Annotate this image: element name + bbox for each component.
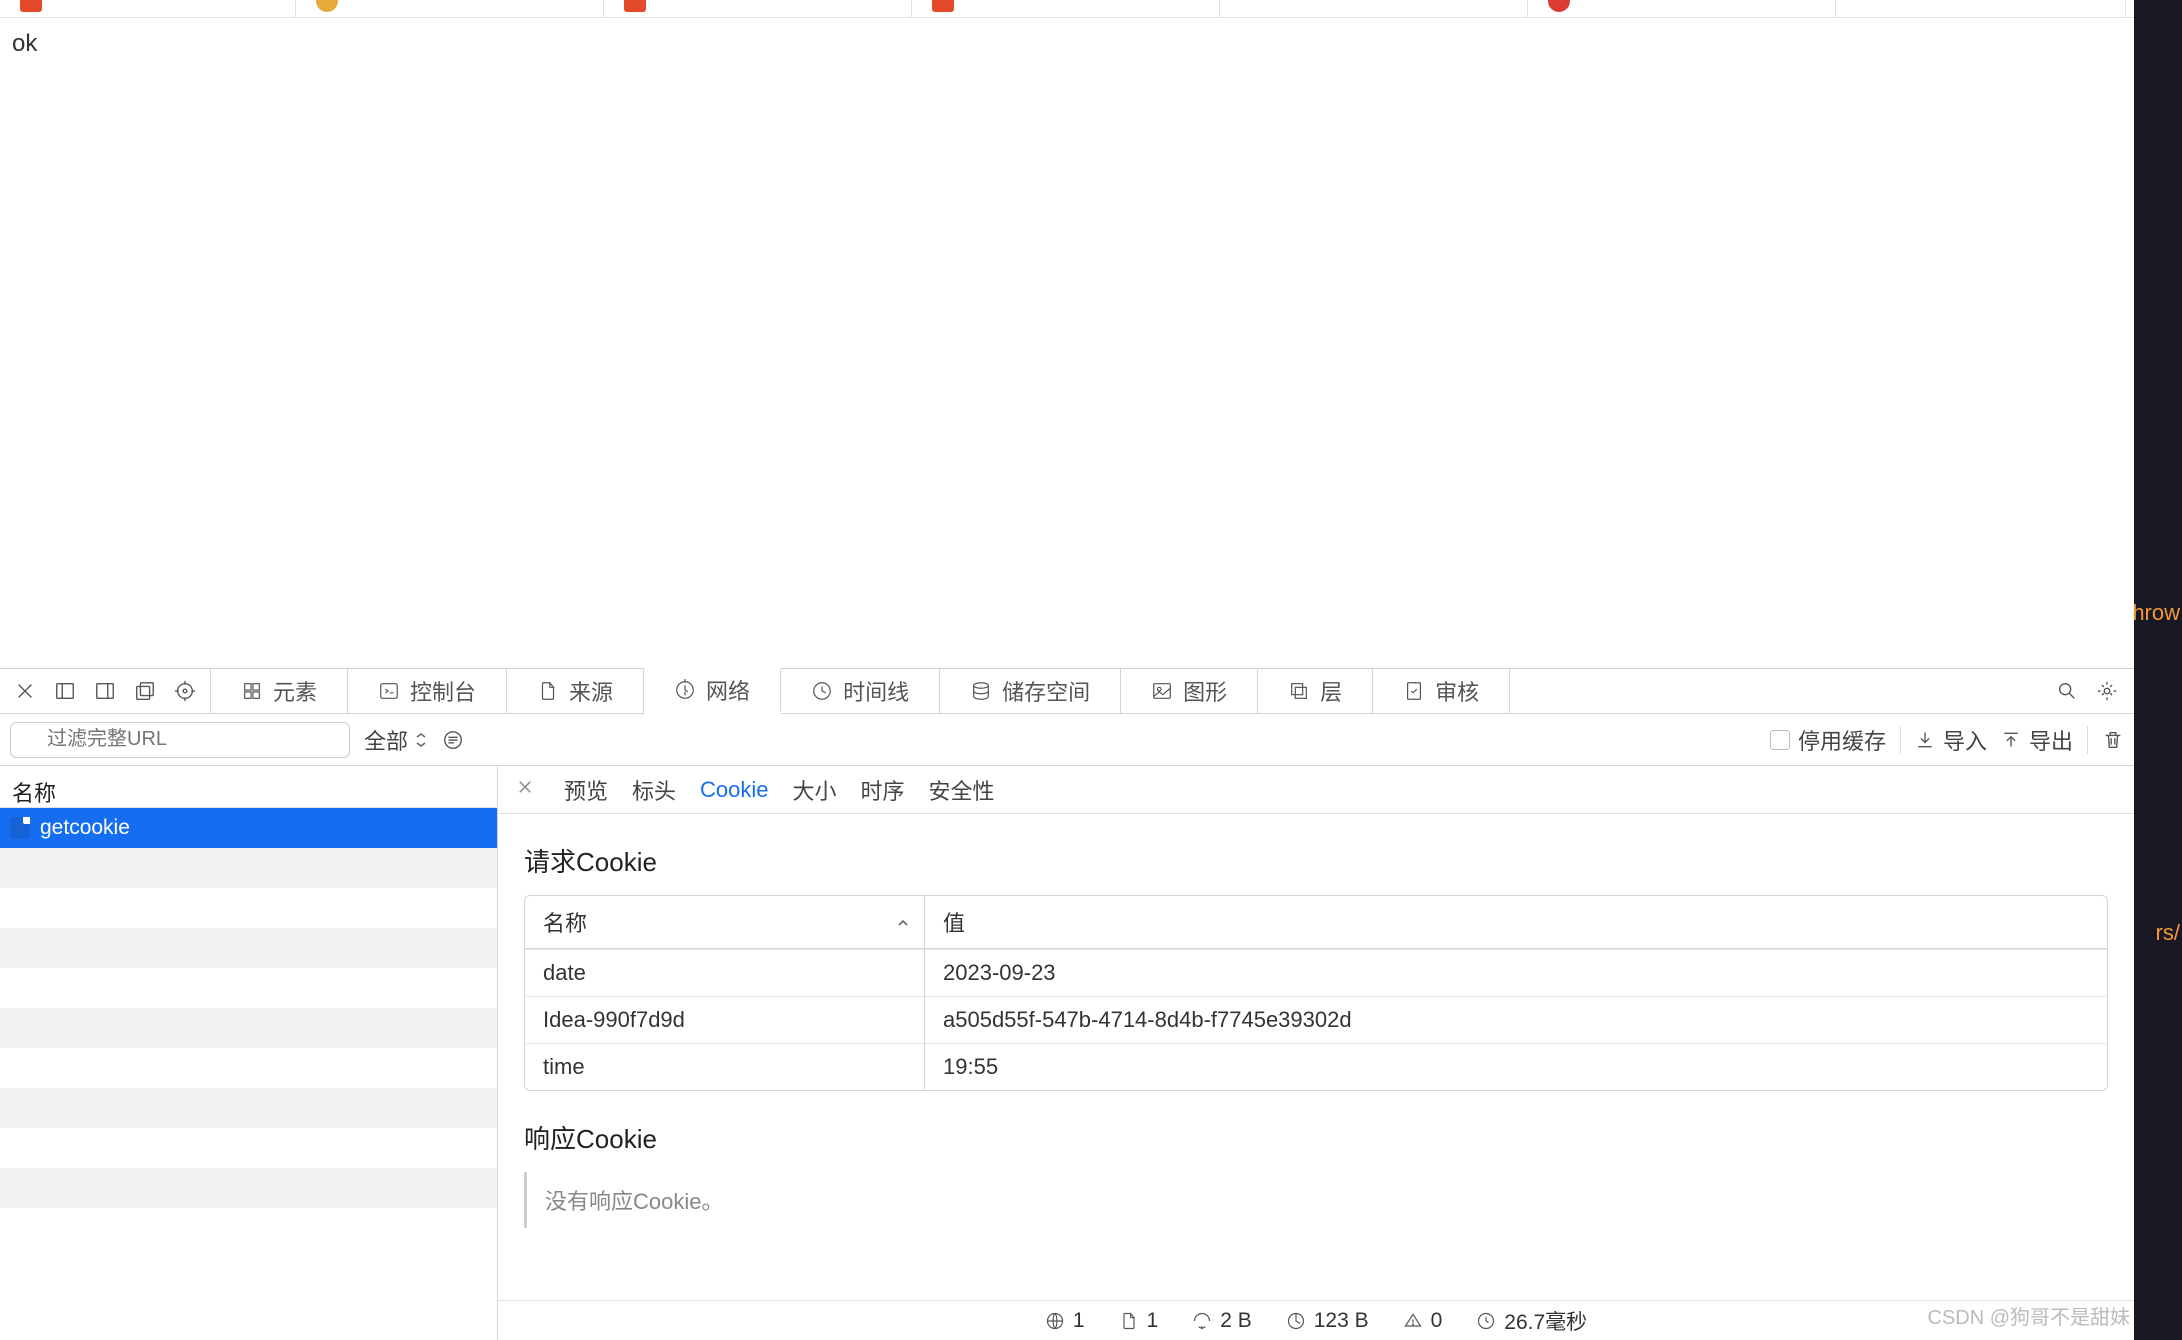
browser-tab[interactable] xyxy=(296,0,604,17)
status-domains: 1 xyxy=(1119,1309,1159,1333)
filter-type-dropdown[interactable]: 全部 xyxy=(364,724,428,756)
cookie-col-value[interactable]: 值 xyxy=(925,896,2107,949)
favicon xyxy=(20,0,42,12)
request-row-empty xyxy=(0,848,497,888)
tab-timelines[interactable]: 时间线 xyxy=(781,669,940,713)
browser-tab[interactable] xyxy=(604,0,912,17)
cookie-row[interactable]: Idea-990f7d9da505d55f-547b-4714-8d4b-f77… xyxy=(525,996,2107,1043)
sort-asc-icon xyxy=(896,910,910,936)
status-requests: 1 xyxy=(1045,1309,1085,1333)
trash-icon[interactable] xyxy=(2102,729,2124,751)
request-cookie-title: 请求Cookie xyxy=(524,842,2108,879)
detail-tab-cookies[interactable]: Cookie xyxy=(700,777,768,803)
request-list-header[interactable]: 名称 xyxy=(0,766,497,808)
request-row-empty xyxy=(0,1008,497,1048)
file-icon xyxy=(10,817,30,839)
tab-console[interactable]: 控制台 xyxy=(348,669,507,713)
page-response-text: ok xyxy=(12,30,37,57)
settings-icon[interactable] xyxy=(2096,680,2118,702)
status-resources: 123 B xyxy=(1286,1309,1369,1333)
tab-graphics[interactable]: 图形 xyxy=(1121,669,1258,713)
disable-cache-toggle[interactable]: 停用缓存 xyxy=(1770,724,1886,756)
tab-audit[interactable]: 审核 xyxy=(1373,669,1510,713)
network-status-bar: 1 1 2 B 123 B 0 26.7毫秒 xyxy=(498,1300,2134,1340)
response-cookie-empty: 没有响应Cookie。 xyxy=(524,1172,2108,1228)
tab-network[interactable]: 网络 xyxy=(644,669,781,713)
editor-side-strip: hrow rs/ xyxy=(2134,0,2182,1340)
editor-text-fragment: hrow xyxy=(2132,600,2180,626)
detail-tab-headers[interactable]: 标头 xyxy=(632,774,676,806)
favicon xyxy=(1548,0,1570,12)
page-body: ok xyxy=(0,18,2134,668)
status-errors: 0 xyxy=(1403,1309,1443,1333)
cookie-row[interactable]: date2023-09-23 xyxy=(525,949,2107,996)
request-row-empty xyxy=(0,1168,497,1208)
response-cookie-title: 响应Cookie xyxy=(524,1119,2108,1156)
dock-right-icon[interactable] xyxy=(94,680,116,702)
request-row-empty xyxy=(0,1208,497,1248)
browser-tab[interactable] xyxy=(912,0,1220,17)
request-row-empty xyxy=(0,1048,497,1088)
cookie-table: 名称 值 date2023-09-23 Idea-990f7d9da505d55… xyxy=(524,895,2108,1091)
request-row-empty xyxy=(0,968,497,1008)
browser-tab[interactable] xyxy=(0,0,296,17)
detail-tab-timing[interactable]: 时序 xyxy=(861,774,905,806)
status-transferred: 2 B xyxy=(1192,1309,1252,1333)
request-detail: 预览 标头 Cookie 大小 时序 安全性 请求Cookie 名称 xyxy=(498,766,2134,1340)
popout-icon[interactable] xyxy=(134,680,156,702)
request-row-empty xyxy=(0,928,497,968)
watermark: CSDN @狗哥不是甜妹 xyxy=(1927,1301,2130,1330)
search-icon[interactable] xyxy=(2056,680,2078,702)
network-filter-bar: 全部 停用缓存 导入 导出 xyxy=(0,714,2134,766)
browser-tab[interactable] xyxy=(1528,0,1836,17)
dock-left-icon[interactable] xyxy=(54,680,76,702)
cookie-row[interactable]: time19:55 xyxy=(525,1043,2107,1090)
target-icon[interactable] xyxy=(174,680,196,702)
favicon xyxy=(316,0,338,12)
detail-tab-preview[interactable]: 预览 xyxy=(564,774,608,806)
cookie-col-name[interactable]: 名称 xyxy=(525,896,925,949)
request-list: 名称 getcookie xyxy=(0,766,498,1340)
browser-tabs xyxy=(0,0,2134,18)
devtools-toolbar: 元素 控制台 来源 网络 时间线 储存空间 图形 层 审核 xyxy=(0,668,2134,714)
request-row-empty xyxy=(0,1128,497,1168)
editor-text-fragment: rs/ xyxy=(2156,920,2180,946)
favicon xyxy=(932,0,954,12)
export-button[interactable]: 导出 xyxy=(2001,724,2073,756)
request-row-empty xyxy=(0,888,497,928)
close-detail-button[interactable] xyxy=(516,778,534,802)
favicon xyxy=(624,0,646,12)
filter-settings-icon[interactable] xyxy=(442,729,464,751)
checkbox-icon xyxy=(1770,730,1790,750)
tab-layers[interactable]: 层 xyxy=(1258,669,1373,713)
detail-tab-size[interactable]: 大小 xyxy=(793,774,837,806)
tab-elements[interactable]: 元素 xyxy=(211,669,348,713)
request-row[interactable]: getcookie xyxy=(0,808,497,848)
browser-tab[interactable] xyxy=(1836,0,2126,17)
status-time: 26.7毫秒 xyxy=(1476,1306,1587,1336)
tab-sources[interactable]: 来源 xyxy=(507,669,644,713)
import-button[interactable]: 导入 xyxy=(1915,724,1987,756)
url-filter-input[interactable] xyxy=(10,722,350,758)
request-row-empty xyxy=(0,1088,497,1128)
tab-storage[interactable]: 储存空间 xyxy=(940,669,1121,713)
close-icon[interactable] xyxy=(14,680,36,702)
detail-tab-security[interactable]: 安全性 xyxy=(929,774,995,806)
browser-tab[interactable] xyxy=(1220,0,1528,17)
